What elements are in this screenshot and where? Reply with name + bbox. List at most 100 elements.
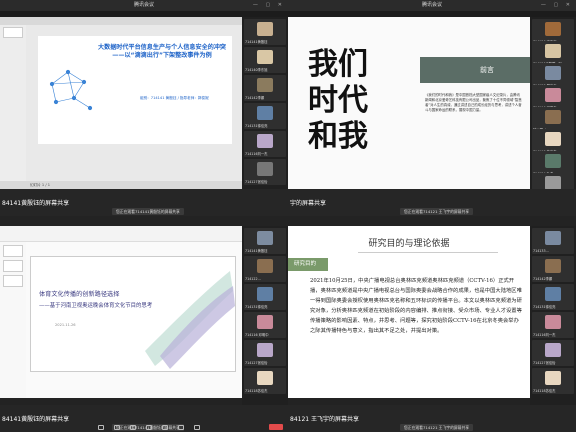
- share-badge[interactable]: 您正在观看714141黄殷钰的屏幕共享: [112, 208, 184, 215]
- participant-tile[interactable]: 714116刘一杰: [244, 131, 286, 157]
- avatar: [545, 371, 561, 385]
- banner-label: 前言: [480, 66, 494, 74]
- avatar: [257, 50, 273, 64]
- mic-icon: [98, 425, 104, 430]
- meeting-window-2: 腾讯会议 — ▢ ✕ 我们时代和我 前言 《我们的时代和我》是中国首档大型国家级…: [288, 0, 576, 216]
- document-page: 研究目的与理论依据 研究目的 2021年10月25日，中央广播电视总台奥林匹克频…: [288, 226, 530, 398]
- avatar: [545, 343, 561, 357]
- avatar: [257, 315, 273, 329]
- avatar: [545, 22, 561, 36]
- participant-name: 714127张佳怡: [245, 361, 268, 365]
- participant-tile[interactable]: 714133…: [532, 228, 574, 254]
- avatar: [545, 259, 561, 273]
- window-controls[interactable]: — ▢ ✕: [253, 2, 285, 8]
- shared-screen: 体育文化传播的创新路径选择 ——基于河南卫视奥运晚会体育文化节目的思考 2021…: [0, 226, 242, 398]
- slide-meta: 2021.11.26: [55, 323, 76, 327]
- slide-meta: 组别：714141 黄殷钰 / 指导老师：郭俊妮: [140, 96, 209, 100]
- participant-name: 714116 邓明中: [245, 333, 269, 337]
- meeting-bottombar: 84121 王飞宇的屏幕共享 您正在观看714121 王飞宇的屏幕共享: [288, 405, 576, 432]
- avatar: [257, 343, 273, 357]
- doc-paragraph: 2021年10月25日，中央广播电视总台奥林匹克频道奥林匹克频道（CCTV-16…: [310, 278, 522, 334]
- meeting-bottombar: 宇的屏幕共享 您正在观看714121 王飞宇的屏幕共享: [288, 189, 576, 216]
- slide-thumbnails[interactable]: [0, 242, 26, 398]
- network-graphic-icon: [49, 69, 93, 111]
- slide-thumb[interactable]: [3, 245, 23, 257]
- share-button[interactable]: [126, 425, 140, 431]
- chat-button[interactable]: [158, 425, 172, 431]
- participant-tile[interactable]: 714131徐佳亮: [244, 284, 286, 310]
- mute-button[interactable]: [94, 425, 108, 431]
- slide-thumb[interactable]: [3, 275, 23, 287]
- participant-list: 714141黄殷钰 714140李东旭 714142李娜 714131徐佳亮 7…: [242, 17, 288, 197]
- slide-title: 大数据时代平台信息生产与个人信息安全的冲突——以“滴滴出行”下架整改事件为例: [98, 44, 226, 59]
- participant-tile[interactable]: 714141黄殷钰: [244, 19, 286, 45]
- shared-screen-owner: 84141黄殷钰的屏幕共享: [2, 200, 70, 207]
- meeting-bottombar: 84141黄殷钰的屏幕共享 您正在观看714141黄殷钰的屏幕共享: [0, 405, 288, 432]
- meeting-window-3: 体育文化传播的创新路径选择 ——基于河南卫视奥运晚会体育文化节目的思考 2021…: [0, 216, 288, 432]
- participant-tile[interactable]: 714118苏佳杰: [532, 368, 574, 394]
- participant-name: 714127张佳怡: [245, 180, 268, 184]
- meeting-window-1: 腾讯会议 — ▢ ✕ 大数据时代平台信息生产与个人信息安全的冲突——以“滴滴出行…: [0, 0, 288, 216]
- participant-name: 714116刘一杰: [245, 152, 268, 156]
- slide-thumb[interactable]: [3, 27, 23, 38]
- participant-tile[interactable]: 714127张佳怡: [532, 340, 574, 366]
- avatar: [545, 176, 561, 190]
- participant-tile[interactable]: 714131徐佳亮: [244, 103, 286, 129]
- slide: 体育文化传播的创新路径选择 ——基于河南卫视奥运晚会体育文化节目的思考 2021…: [30, 256, 236, 372]
- members-button[interactable]: [142, 425, 156, 431]
- window-title: 腾讯会议: [0, 0, 288, 11]
- avatar: [257, 259, 273, 273]
- participant-tile[interactable]: 714127张佳怡: [244, 340, 286, 366]
- meeting-bottombar: 84141黄殷钰的屏幕共享 您正在观看714141黄殷钰的屏幕共享: [0, 189, 288, 216]
- slide-thumbnails[interactable]: [0, 25, 26, 181]
- ppt-toolbar[interactable]: [0, 17, 242, 25]
- chat-icon: [162, 425, 168, 430]
- end-meeting-button[interactable]: [269, 424, 283, 430]
- participant-tile[interactable]: 714118苏佳杰: [244, 368, 286, 394]
- avatar: [545, 287, 561, 301]
- participant-name: 714141黄殷钰: [245, 40, 268, 44]
- apps-button[interactable]: [190, 425, 204, 431]
- record-button[interactable]: [174, 425, 188, 431]
- participant-name: 714142李娜: [245, 96, 265, 100]
- shared-screen-owner: 84121 王飞宇的屏幕共享: [290, 416, 359, 423]
- participant-name: 714122…: [245, 277, 261, 281]
- participant-tile[interactable]: 714127张佳怡: [244, 159, 286, 185]
- foreword-text: 《我们的时代和我》是中国首档大型国家级人文纪录片，由腾讯新闻和北京爱奇艺科技有限…: [425, 93, 522, 112]
- participant-tile[interactable]: 714140李东旭: [244, 47, 286, 73]
- brushstroke-graphic-icon: [145, 271, 235, 369]
- people-icon: [146, 425, 152, 430]
- shared-screen: 研究目的与理论依据 研究目的 2021年10月25日，中央广播电视总台奥林匹克频…: [288, 226, 530, 398]
- share-badge[interactable]: 您正在观看714121 王飞宇的屏幕共享: [400, 424, 474, 431]
- doc-heading: 研究目的与理论依据: [368, 239, 450, 249]
- meeting-window-4: 研究目的与理论依据 研究目的 2021年10月25日，中央广播电视总台奥林匹克频…: [288, 216, 576, 432]
- participant-list: 714126 宋清宁 714150王智群（赵… 714128 翟佳玉 71411…: [530, 17, 576, 199]
- slide-thumb[interactable]: [3, 260, 23, 272]
- participant-tile[interactable]: 714142李娜: [532, 256, 574, 282]
- shared-screen-owner: 84141黄殷钰的屏幕共享: [2, 416, 70, 423]
- avatar: [545, 110, 561, 124]
- participant-tile[interactable]: 714122…: [244, 256, 286, 282]
- video-button[interactable]: [110, 425, 124, 431]
- participant-tile[interactable]: 714116 邓明中: [244, 312, 286, 338]
- participant-tile[interactable]: 714142李娜: [244, 75, 286, 101]
- wps-toolbar[interactable]: [0, 226, 242, 242]
- slide-subtitle: ——基于河南卫视奥运晚会体育文化节目的思考: [39, 303, 153, 309]
- shared-screen: 大数据时代平台信息生产与个人信息安全的冲突——以“滴滴出行”下架整改事件为例 组…: [0, 17, 242, 189]
- participant-name: 714133…: [533, 249, 549, 253]
- participant-name: 714142李娜: [533, 277, 553, 281]
- avatar: [545, 231, 561, 245]
- participant-tile[interactable]: 714141黄殷钰: [244, 228, 286, 254]
- participant-tile[interactable]: 714131徐佳亮: [532, 284, 574, 310]
- participant-tile[interactable]: 714116刘一杰: [532, 312, 574, 338]
- avatar: [257, 287, 273, 301]
- window-title: 腾讯会议: [288, 0, 576, 11]
- participant-name: 714131徐佳亮: [533, 305, 556, 309]
- participant-name: 714118苏佳杰: [245, 389, 268, 393]
- apps-icon: [194, 425, 200, 430]
- slide-status: 幻灯片 1 / 1: [0, 181, 242, 189]
- window-controls[interactable]: — ▢ ✕: [541, 2, 573, 8]
- section-label: 研究目的: [288, 258, 328, 271]
- share-badge[interactable]: 您正在观看714121 王飞宇的屏幕共享: [400, 208, 474, 215]
- participant-list: 714133… 714142李娜 714131徐佳亮 714116刘一杰 714…: [530, 226, 576, 406]
